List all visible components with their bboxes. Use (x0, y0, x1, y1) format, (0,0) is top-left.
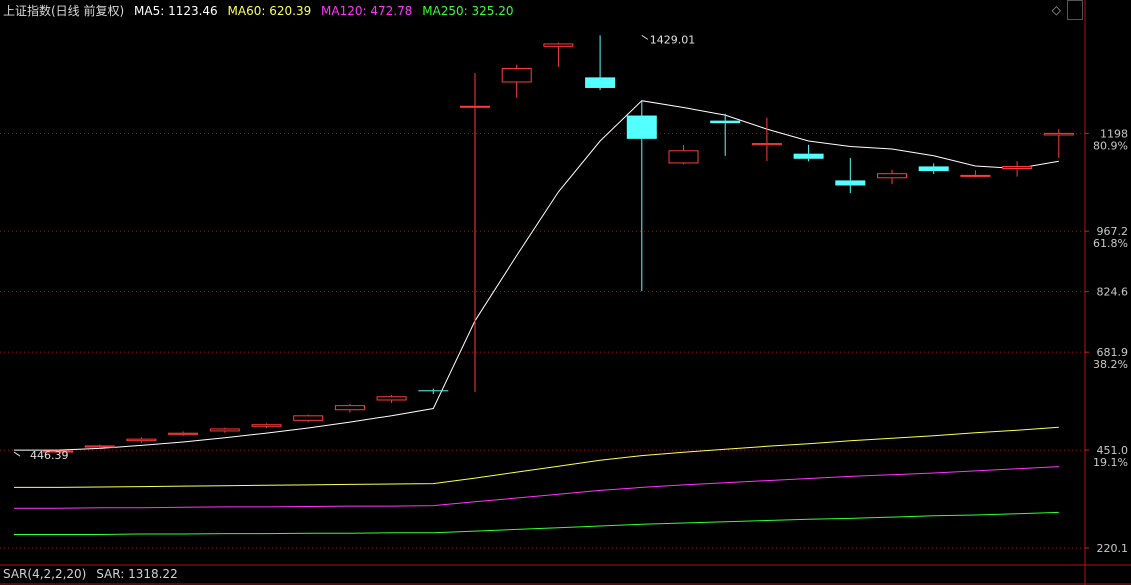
candle-12[interactable] (543, 42, 574, 67)
candle-body-1 (84, 445, 115, 448)
candle-body-23 (1002, 165, 1033, 169)
candle-24[interactable] (1043, 129, 1074, 158)
price-annotations: 1429.01 446.39 (13, 33, 696, 462)
candle-14[interactable] (626, 100, 657, 292)
candle-body-15 (668, 150, 699, 164)
candle-23[interactable] (1002, 161, 1033, 177)
candle-body-16 (710, 120, 741, 124)
candle-body-5 (251, 424, 282, 427)
candle-body-22 (960, 174, 991, 177)
y-pct-label-0: 80.9% (1093, 139, 1128, 152)
panel-toggle-button[interactable] (1067, 0, 1083, 20)
y-pct-label-3: 38.2% (1093, 358, 1128, 371)
candle-13[interactable] (585, 35, 616, 91)
ma5-series-line (14, 100, 1059, 451)
candle-body-17 (751, 143, 782, 146)
candle-9[interactable] (418, 388, 449, 395)
candle-body-19 (835, 180, 866, 186)
kline-chart[interactable]: 119880.9%967.261.8%824.6681.938.2%451.01… (0, 0, 1131, 585)
diamond-icon[interactable]: ◇ (1052, 3, 1061, 17)
candle-17[interactable] (751, 117, 782, 161)
candle-body-2 (126, 438, 157, 442)
y-pct-label-4: 19.1% (1093, 456, 1128, 469)
candle-10[interactable] (460, 73, 490, 392)
y-tick-label-2: 824.6 (1097, 286, 1129, 299)
candle-6[interactable] (293, 414, 324, 423)
candle-3[interactable] (168, 431, 199, 437)
candle-15[interactable] (668, 145, 699, 165)
candlesticks[interactable] (43, 35, 1074, 453)
candle-body-12 (543, 43, 574, 47)
y-pct-label-1: 61.8% (1093, 237, 1128, 250)
ma60-legend: MA60: 620.39 (227, 4, 312, 18)
candle-8[interactable] (376, 394, 407, 404)
candle-body-7 (334, 405, 365, 411)
candle-16[interactable] (710, 113, 741, 156)
candle-4[interactable] (209, 427, 240, 433)
candle-2[interactable] (126, 437, 157, 443)
candle-5[interactable] (251, 423, 282, 429)
ma5-legend: MA5: 1123.46 (134, 4, 218, 18)
annotation-pointer-0 (641, 34, 649, 40)
candle-body-11 (501, 68, 532, 83)
price-axis: 119880.9%967.261.8%824.6681.938.2%451.01… (1085, 127, 1128, 555)
candle-body-6 (293, 415, 324, 421)
ma120-legend: MA120: 472.78 (321, 4, 413, 18)
annotation-pointer-1 (13, 451, 21, 457)
candle-body-14 (626, 115, 657, 139)
candle-19[interactable] (835, 157, 866, 194)
candle-21[interactable] (918, 163, 949, 175)
ma250-series-line (14, 511, 1059, 535)
candle-11[interactable] (501, 64, 532, 98)
candle-body-8 (376, 396, 407, 401)
y-tick-label-5: 220.1 (1097, 542, 1129, 555)
candle-body-9 (418, 390, 449, 392)
candle-7[interactable] (334, 403, 365, 413)
candle-body-13 (585, 77, 616, 88)
sar-value: SAR: 1318.22 (96, 567, 178, 581)
candle-body-24 (1043, 132, 1074, 136)
ma60-series-line (14, 426, 1059, 488)
candle-18[interactable] (793, 144, 824, 162)
candle-body-10 (460, 105, 490, 108)
candle-body-20 (877, 173, 907, 179)
candle-body-18 (793, 153, 824, 159)
candle-22[interactable] (960, 170, 991, 178)
annotation-label-0: 1429.01 (650, 33, 696, 46)
sar-indicator-label[interactable]: SAR(4,2,2,20) (3, 567, 86, 581)
chart-title: 上证指数(日线 前复权) (3, 4, 125, 18)
candle-body-3 (168, 432, 199, 435)
candle-body-21 (918, 166, 949, 172)
moving-average-lines (14, 100, 1059, 535)
indicator-footer: SAR(4,2,2,20) SAR: 1318.22 (3, 567, 184, 581)
ma250-legend: MA250: 325.20 (422, 4, 514, 18)
chart-header: 上证指数(日线 前复权) MA5: 1123.46 MA60: 620.39 M… (3, 2, 520, 19)
candle-body-4 (209, 428, 240, 432)
ma120-series-line (14, 466, 1059, 509)
candle-20[interactable] (877, 169, 907, 185)
grid-lines (0, 0, 1131, 585)
annotation-label-1: 446.39 (30, 449, 69, 462)
